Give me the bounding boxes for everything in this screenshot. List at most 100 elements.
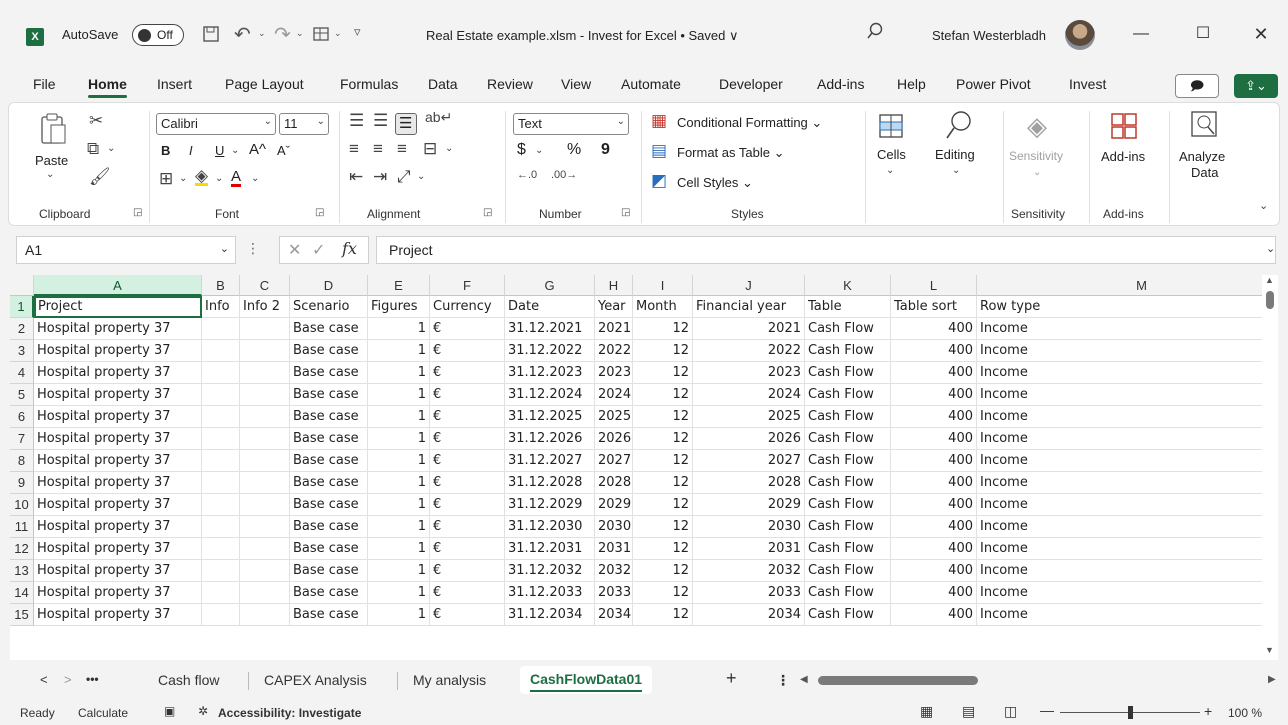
row-header[interactable]: 4 [10,362,34,384]
table-cell[interactable]: € [430,604,505,626]
table-cell[interactable]: 31.12.2034 [505,604,595,626]
table-cell[interactable] [202,340,240,362]
table-cell[interactable]: Base case [290,340,368,362]
table-cell[interactable] [202,450,240,472]
table-cell[interactable]: Hospital property 37 [34,362,202,384]
table-cell[interactable]: 1 [368,406,430,428]
borders-icon[interactable]: ⊞ [159,169,173,189]
table-cell[interactable]: 2030 [595,516,633,538]
table-cell[interactable]: € [430,582,505,604]
table-cell[interactable] [240,472,290,494]
table-cell[interactable]: Cash Flow [805,406,891,428]
number-format-select[interactable]: Text ⌄ [513,113,629,135]
table-cell[interactable]: 12 [633,450,693,472]
table-cell[interactable]: € [430,450,505,472]
tab-page-layout[interactable]: Page Layout [225,76,304,92]
table-cell[interactable]: € [430,494,505,516]
table-cell[interactable]: Base case [290,384,368,406]
align-left-icon[interactable]: ≡ [349,139,359,159]
table-cell[interactable]: 1 [368,428,430,450]
table-cell[interactable] [240,538,290,560]
normal-view-icon[interactable]: ▦ [920,703,933,720]
column-header-h[interactable]: H [595,275,633,296]
table-cell[interactable]: 12 [633,560,693,582]
tab-automate[interactable]: Automate [621,76,681,92]
table-cell[interactable]: Cash Flow [805,362,891,384]
table-cell[interactable]: 2029 [693,494,805,516]
table-cell[interactable]: 2022 [595,340,633,362]
table-cell[interactable]: Hospital property 37 [34,318,202,340]
row-header[interactable]: 11 [10,516,34,538]
align-right-icon[interactable]: ≡ [397,139,407,159]
font-color-dropdown-icon[interactable]: ⌄ [251,173,259,184]
next-sheet-icon[interactable]: > [64,672,72,687]
table-cell[interactable]: Base case [290,428,368,450]
table-cell[interactable]: 12 [633,516,693,538]
table-cell[interactable]: 400 [891,494,977,516]
decrease-indent-icon[interactable]: ⇤ [349,167,363,187]
sheet-tab-cashflowdata01[interactable]: CashFlowData01 [520,666,653,694]
accessibility-icon[interactable]: ✲ [198,704,208,718]
paste-button[interactable]: Paste [35,153,68,168]
header-cell[interactable]: Date [505,296,595,318]
merge-center-icon[interactable]: ⊟ [423,139,437,159]
align-top-icon[interactable]: ☰ [349,111,364,131]
table-cell[interactable] [202,318,240,340]
font-launcher-icon[interactable]: ◲ [315,207,324,218]
table-cell[interactable]: 1 [368,318,430,340]
user-name[interactable]: Stefan Westerbladh [932,28,1046,43]
header-cell[interactable]: Table [805,296,891,318]
font-color-icon[interactable]: A [231,169,242,187]
header-cell[interactable]: Currency [430,296,505,318]
conditional-formatting-icon[interactable]: ▦ [651,111,667,131]
vertical-scrollbar[interactable]: ▲ ▼ [1262,275,1278,660]
column-header-c[interactable]: C [240,275,290,296]
tab-invest[interactable]: Invest [1069,76,1106,92]
paste-dropdown-icon[interactable]: ⌄ [46,169,54,180]
table-cell[interactable]: Income [977,362,1278,384]
column-header-j[interactable]: J [693,275,805,296]
table-cell[interactable]: 12 [633,406,693,428]
table-cell[interactable]: 1 [368,384,430,406]
tab-review[interactable]: Review [487,76,533,92]
search-icon[interactable] [866,22,884,40]
wrap-text-icon[interactable]: ab↵ [425,109,452,126]
table-cell[interactable]: Income [977,538,1278,560]
redo-dropdown-icon[interactable]: ⌄ [296,28,304,39]
fill-color-dropdown-icon[interactable]: ⌄ [215,173,223,184]
row-header[interactable]: 7 [10,428,34,450]
column-header-b[interactable]: B [202,275,240,296]
table-cell[interactable]: 31.12.2032 [505,560,595,582]
table-cell[interactable]: € [430,340,505,362]
decrease-decimal-icon[interactable]: .00→ [551,169,577,181]
editing-button[interactable]: Editing [935,147,975,162]
table-cell[interactable]: Base case [290,406,368,428]
table-cell[interactable]: 2030 [693,516,805,538]
table-cell[interactable]: 400 [891,560,977,582]
table-cell[interactable]: 12 [633,340,693,362]
table-cell[interactable]: 400 [891,406,977,428]
table-cell[interactable]: € [430,384,505,406]
table-cell[interactable]: 31.12.2031 [505,538,595,560]
header-cell[interactable]: Financial year [693,296,805,318]
header-cell[interactable]: Figures [368,296,430,318]
sheet-icon[interactable] [312,25,330,43]
zoom-slider-thumb[interactable] [1128,706,1133,719]
insert-function-button[interactable]: fx [342,239,357,258]
table-cell[interactable]: 2032 [693,560,805,582]
tab-add-ins[interactable]: Add-ins [817,76,864,92]
cancel-icon[interactable]: ✕ [288,240,301,260]
table-cell[interactable] [240,604,290,626]
alignment-launcher-icon[interactable]: ◲ [483,207,492,218]
editing-dropdown-icon[interactable]: ⌄ [952,165,960,176]
font-size-select[interactable]: 11 ⌄ [279,113,329,135]
analyze-data-label-2[interactable]: Data [1191,165,1218,180]
analyze-data-label-1[interactable]: Analyze [1179,149,1225,164]
calculate-button[interactable]: Calculate [78,706,128,720]
table-cell[interactable] [240,340,290,362]
sheet-tab-cash-flow[interactable]: Cash flow [158,672,219,688]
editing-search-icon[interactable] [944,109,974,141]
comma-button[interactable]: 9 [601,141,610,159]
table-cell[interactable]: 31.12.2026 [505,428,595,450]
table-cell[interactable]: Cash Flow [805,450,891,472]
